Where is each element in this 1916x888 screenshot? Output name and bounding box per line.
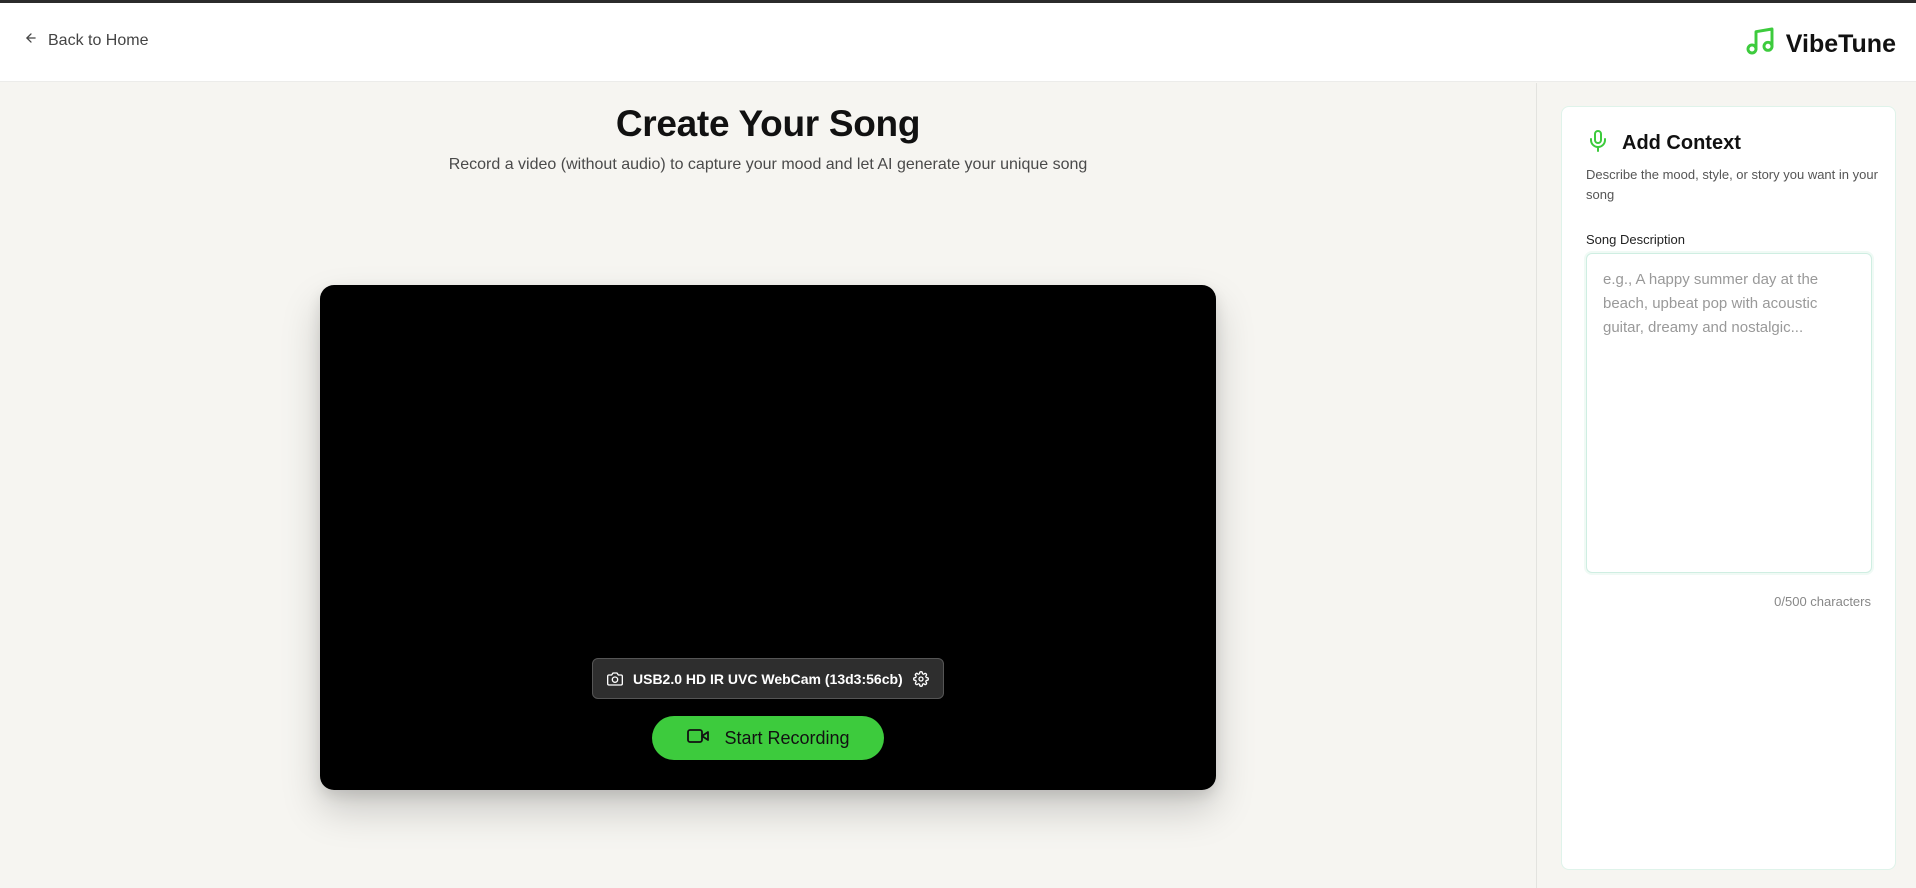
- video-camera-icon: [686, 724, 710, 753]
- context-header: Add Context: [1586, 129, 1741, 158]
- video-preview: USB2.0 HD IR UVC WebCam (13d3:56cb) Star…: [320, 285, 1216, 790]
- add-context-card: Add Context Describe the mood, style, or…: [1561, 106, 1896, 870]
- header: Back to Home VibeTune: [0, 3, 1916, 82]
- start-recording-label: Start Recording: [724, 727, 850, 748]
- gear-icon[interactable]: [913, 670, 929, 687]
- camera-icon: [607, 671, 623, 687]
- context-sidebar: Add Context Describe the mood, style, or…: [1537, 83, 1916, 888]
- brand-logo[interactable]: VibeTune: [1744, 25, 1896, 64]
- music-note-icon: [1744, 25, 1776, 64]
- start-recording-button[interactable]: Start Recording: [652, 716, 884, 760]
- arrow-left-icon: [24, 31, 38, 50]
- back-to-home-link[interactable]: Back to Home: [24, 31, 148, 50]
- brand-name: VibeTune: [1785, 30, 1896, 58]
- page-subtitle: Record a video (without audio) to captur…: [448, 156, 1088, 173]
- back-to-home-label: Back to Home: [48, 31, 149, 49]
- main-content: Create Your Song Record a video (without…: [0, 83, 1536, 888]
- context-description: Describe the mood, style, or story you w…: [1586, 167, 1878, 202]
- song-description-textarea[interactable]: [1586, 253, 1872, 573]
- camera-selector[interactable]: USB2.0 HD IR UVC WebCam (13d3:56cb): [592, 658, 944, 699]
- page-title: Create Your Song: [615, 103, 921, 144]
- camera-device-name: USB2.0 HD IR UVC WebCam (13d3:56cb): [633, 670, 903, 687]
- context-title: Add Context: [1622, 132, 1741, 154]
- character-count: 0/500 characters: [1774, 594, 1871, 609]
- song-description-label: Song Description: [1586, 232, 1685, 247]
- microphone-icon: [1586, 129, 1610, 158]
